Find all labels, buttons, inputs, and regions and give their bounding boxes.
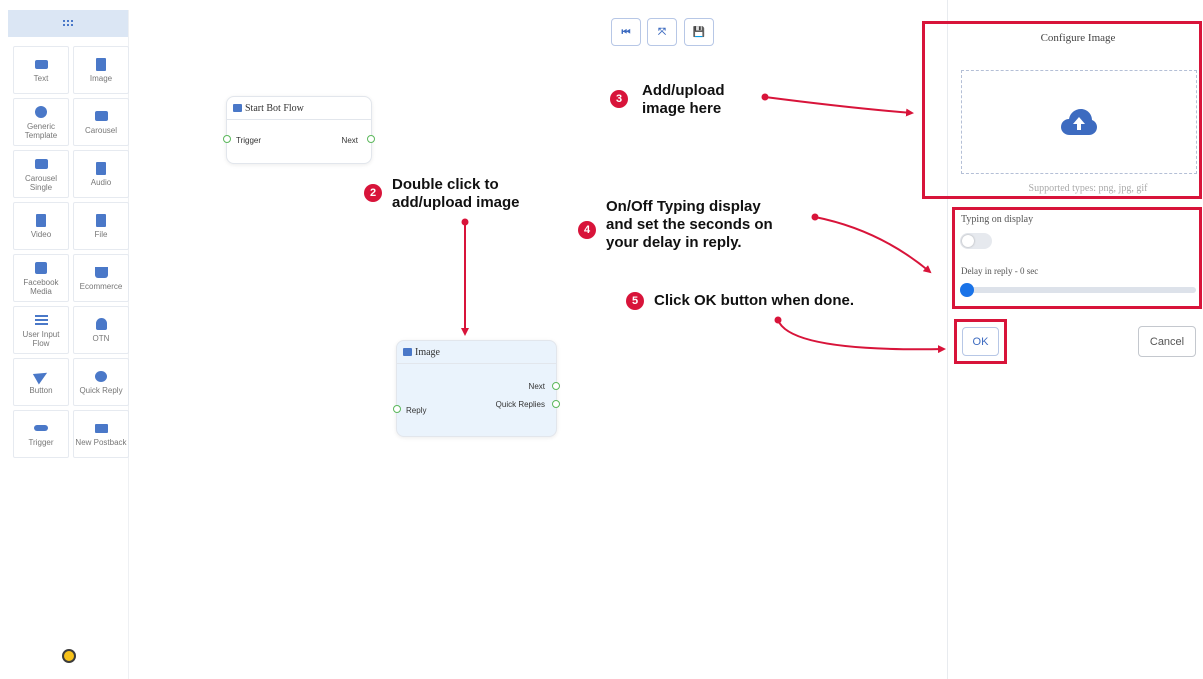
arrow-4	[814, 216, 932, 274]
step-3-text: Add/upload image here	[642, 82, 725, 117]
step-3-badge: 3	[610, 90, 628, 108]
arrow-3	[764, 96, 914, 117]
step-4-badge: 4	[578, 221, 596, 239]
step-2-badge: 2	[364, 184, 382, 202]
annotation-arrows	[461, 93, 946, 354]
step-5-badge: 5	[626, 292, 644, 310]
arrow-5	[777, 319, 946, 354]
step-2-text: Double click to add/upload image	[392, 176, 520, 211]
step-5-text: Click OK button when done.	[654, 292, 854, 309]
step-4-text: On/Off Typing display and set the second…	[606, 198, 773, 251]
